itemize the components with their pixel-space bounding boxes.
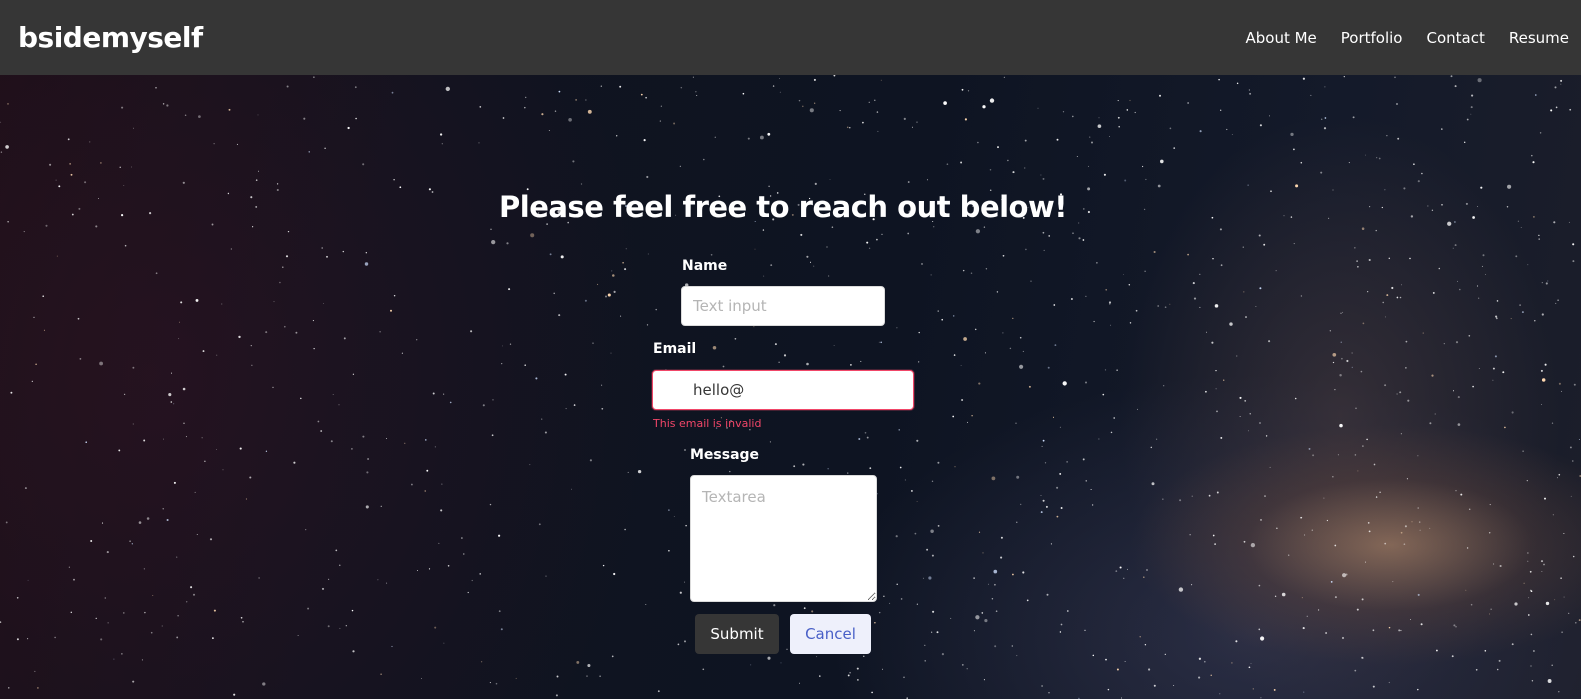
email-error-text: This email is invalid [653,417,762,430]
navbar: bsidemyself About Me Portfolio Contact R… [0,0,1581,75]
message-textarea[interactable] [690,475,877,602]
message-label: Message [690,447,760,463]
contact-section: Please feel free to reach out below! Nam… [0,75,1581,699]
name-input[interactable] [681,286,885,326]
nav-resume[interactable]: Resume [1509,29,1569,47]
submit-button[interactable]: Submit [695,614,779,654]
brand-logo[interactable]: bsidemyself [18,21,203,54]
nav-portfolio[interactable]: Portfolio [1341,29,1403,47]
name-label: Name [682,258,728,274]
nav-menu: About Me Portfolio Contact Resume [1221,29,1569,47]
email-input[interactable] [652,370,914,410]
nav-contact[interactable]: Contact [1427,29,1485,47]
email-label: Email [653,341,697,357]
page-title: Please feel free to reach out below! [499,190,1068,224]
cancel-button[interactable]: Cancel [790,614,871,654]
nav-about-me[interactable]: About Me [1245,29,1316,47]
